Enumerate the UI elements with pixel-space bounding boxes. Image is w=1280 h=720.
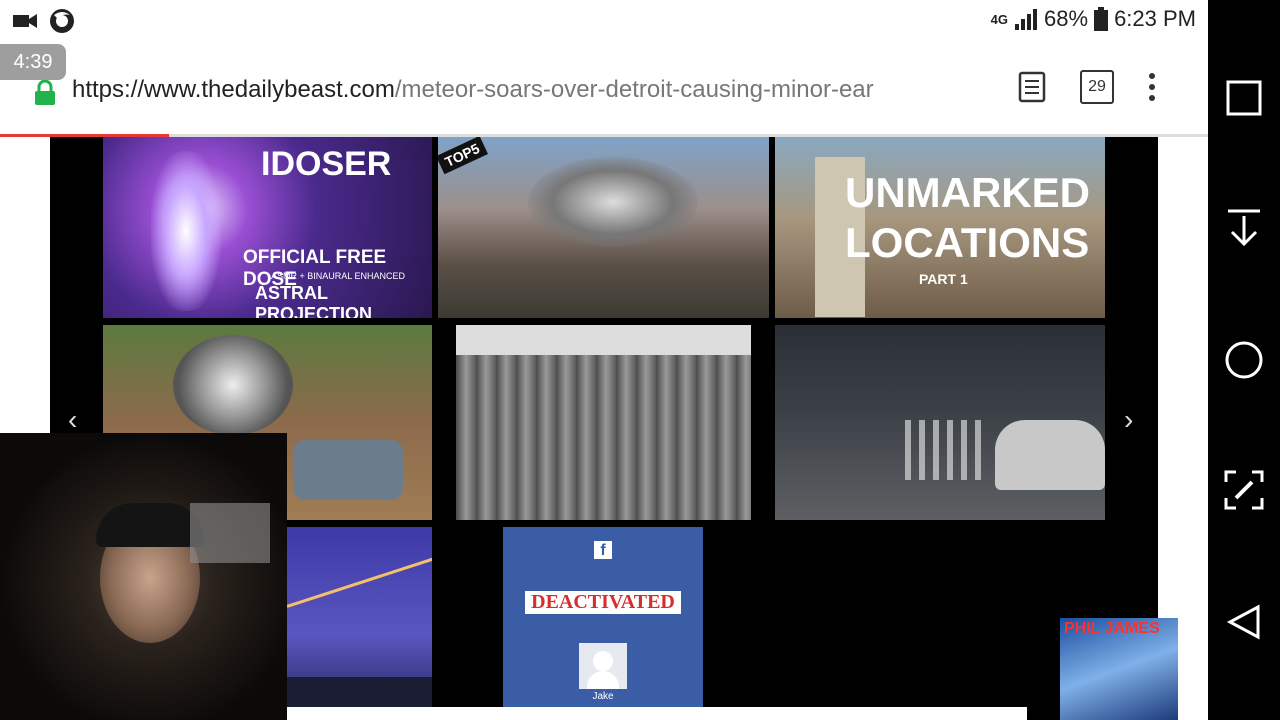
home-button[interactable] [1224,340,1264,380]
idoser-line2: ASMR + BINAURAL ENHANCED [271,271,405,281]
thumbnail-meteor[interactable] [287,527,432,707]
motor-shape [293,440,403,500]
video-camera-icon [13,14,37,28]
gallery-next-arrow[interactable]: › [1124,404,1133,436]
beanie-shape [96,503,204,547]
profile-name: Jake [592,691,614,702]
reader-mode-icon[interactable] [1018,71,1046,103]
thumbnail-facebook-deactivated[interactable]: f DEACTIVATED Jake [503,527,703,707]
recents-button[interactable] [1224,78,1264,118]
battery-percent: 68% [1044,6,1089,31]
gallery-prev-arrow[interactable]: ‹ [68,404,77,436]
unmarked-title-2: LOCATIONS [845,219,1090,266]
cover-art-phil-james[interactable]: PHIL JAMES [1060,618,1178,720]
thumbnail-idoser[interactable]: IDOSER OFFICIAL FREE DOSE ASMR + BINAURA… [103,137,432,318]
signal-icon [1015,9,1038,30]
square-icon [1226,80,1262,116]
overflow-menu-icon[interactable] [1148,72,1156,102]
circle-icon [1225,341,1263,379]
download-button[interactable] [1224,208,1264,248]
cover-title: PHIL JAMES [1064,620,1160,637]
tab-counter-button[interactable]: 29 [1080,70,1114,104]
deactivated-banner: DEACTIVATED [525,591,681,614]
url-host: https://www.thedailybeast.com [72,76,395,103]
thumbnail-unmarked-locations[interactable]: UNMARKED LOCATIONS PART 1 [775,137,1105,318]
firefox-icon [50,9,74,33]
download-arrow-icon [1228,209,1260,247]
webcam-overlay [0,433,287,720]
smoke-cloud [528,157,698,247]
back-triangle-icon [1226,604,1260,640]
url-path: /meteor-soars-over-detroit-causing-minor… [394,76,874,103]
idoser-line3: ASTRAL PROJECTION [255,283,373,318]
url-actions: 29 [1018,70,1156,104]
facebook-icon: f [594,541,612,559]
idoser-logo: IDOSER [261,145,392,183]
meteor-streak [287,555,432,608]
recording-timer: 4:39 [0,44,66,80]
thumbnail-hall-rows[interactable] [456,325,751,520]
network-type: 4G [990,11,1009,27]
lock-icon[interactable] [32,79,58,111]
unmarked-title-1: UNMARKED [845,169,1090,216]
status-bar: 4G 68% 6:23 PM [0,0,1208,42]
bearing-shape [173,335,293,435]
android-nav-bar [1208,0,1280,720]
url-text[interactable]: https://www.thedailybeast.com/meteor-soa… [72,76,997,104]
tunnel-glow [151,151,221,311]
car-shape [995,420,1105,490]
window-light [190,503,270,563]
people-group [905,420,985,480]
back-button[interactable] [1224,602,1264,642]
top5-badge: TOP5 [438,137,489,175]
screenshot-edit-button[interactable] [1224,470,1264,510]
unmarked-subtitle: PART 1 [919,271,968,287]
hall-ceiling [456,325,751,355]
thumbnail-explosion[interactable]: TOP5 [438,137,769,318]
skyline [287,677,432,707]
battery-icon [1094,7,1109,31]
crop-edit-icon [1224,470,1264,510]
profile-avatar [579,643,627,689]
thumbnail-night-street[interactable] [775,325,1105,520]
page-bottom-strip [287,707,1027,720]
clock: 6:23 PM [1114,6,1196,31]
